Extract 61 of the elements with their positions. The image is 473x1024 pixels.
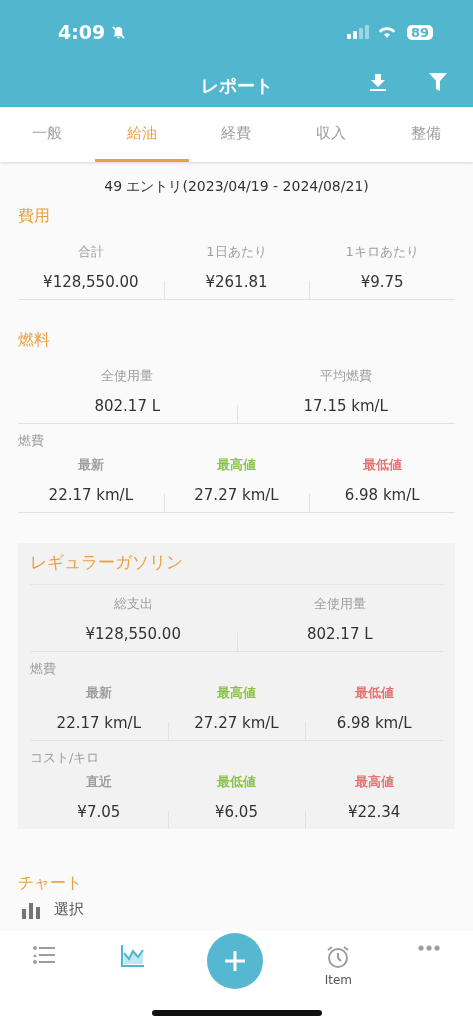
stat-label: 最低値 <box>354 684 394 702</box>
stat-value: ¥7.05 <box>77 803 121 821</box>
stat-label: 最高値 <box>217 456 256 474</box>
alarm-clock-icon <box>326 945 351 969</box>
stat-value: ¥9.75 <box>360 273 404 291</box>
section-title: チャート <box>18 873 83 894</box>
stat-label: 直近 <box>85 773 112 791</box>
group-caption: コスト/キロ <box>30 749 101 767</box>
tab[interactable]: 収入 <box>283 107 379 162</box>
more-icon <box>417 945 440 951</box>
filter-icon[interactable] <box>429 73 447 91</box>
group-caption: 燃費 <box>18 432 45 450</box>
section-title: 費用 <box>18 206 51 227</box>
stat-label: 平均燃費 <box>319 367 372 385</box>
muted-bell-icon <box>111 24 127 40</box>
stat-value: 802.17 L <box>94 397 161 415</box>
stat-value: 6.98 km/L <box>336 714 412 732</box>
stat-value: ¥6.05 <box>215 803 258 821</box>
stat-value: ¥22.34 <box>347 803 401 821</box>
section-title: レギュラーガソリン <box>30 551 443 585</box>
tab[interactable]: 給油 <box>94 107 190 162</box>
stat-label: 最低値 <box>217 773 256 791</box>
stat-value: ¥128,550.00 <box>85 625 181 643</box>
entry-summary: 49 エントリ(2023/04/19 - 2024/08/21) <box>103 178 370 196</box>
stat-label: 最高値 <box>217 684 256 702</box>
tab[interactable]: 一般 <box>0 107 95 162</box>
stat-label: 1キロあたり <box>345 243 419 261</box>
alarm-nav-button[interactable]: Item <box>320 933 357 987</box>
group-caption: 燃費 <box>30 660 57 678</box>
line-chart-icon <box>120 945 145 967</box>
stat-value: 17.15 km/L <box>303 397 388 415</box>
stat-value: 27.27 km/L <box>194 714 279 732</box>
status-time: 4:09 <box>58 21 106 43</box>
stat-value: 22.17 km/L <box>48 486 134 504</box>
stat-label: 全使用量 <box>101 367 154 385</box>
tab[interactable]: 整備 <box>378 107 473 162</box>
stat-label: 最新 <box>85 684 112 702</box>
stat-label: 最低値 <box>362 456 402 474</box>
battery-level: 89 <box>406 24 433 40</box>
stat-value: 6.98 km/L <box>344 486 420 504</box>
stat-value: ¥261.81 <box>205 273 268 291</box>
download-icon[interactable] <box>369 73 387 91</box>
plus-icon <box>222 949 247 973</box>
stat-value: 27.27 km/L <box>194 486 279 504</box>
bar-chart-icon <box>22 900 40 919</box>
stat-label: 全使用量 <box>313 595 366 613</box>
chart-select-link[interactable]: 選択 <box>54 900 84 919</box>
wifi-icon <box>376 25 397 39</box>
tab[interactable]: 経費 <box>189 107 284 162</box>
page-title: レポート <box>200 73 273 98</box>
stat-value: 22.17 km/L <box>56 714 142 732</box>
list-icon <box>32 945 55 965</box>
stat-value: ¥128,550.00 <box>43 273 139 291</box>
stat-label: 最高値 <box>354 773 394 791</box>
section-title: 燃料 <box>18 330 51 351</box>
stat-label: 合計 <box>77 243 104 261</box>
stat-value: 802.17 L <box>306 625 373 643</box>
stat-label: 最新 <box>77 456 104 474</box>
stat-label: 総支出 <box>113 595 153 613</box>
signal-icon <box>346 25 371 39</box>
stat-label: 1日あたり <box>206 243 267 261</box>
